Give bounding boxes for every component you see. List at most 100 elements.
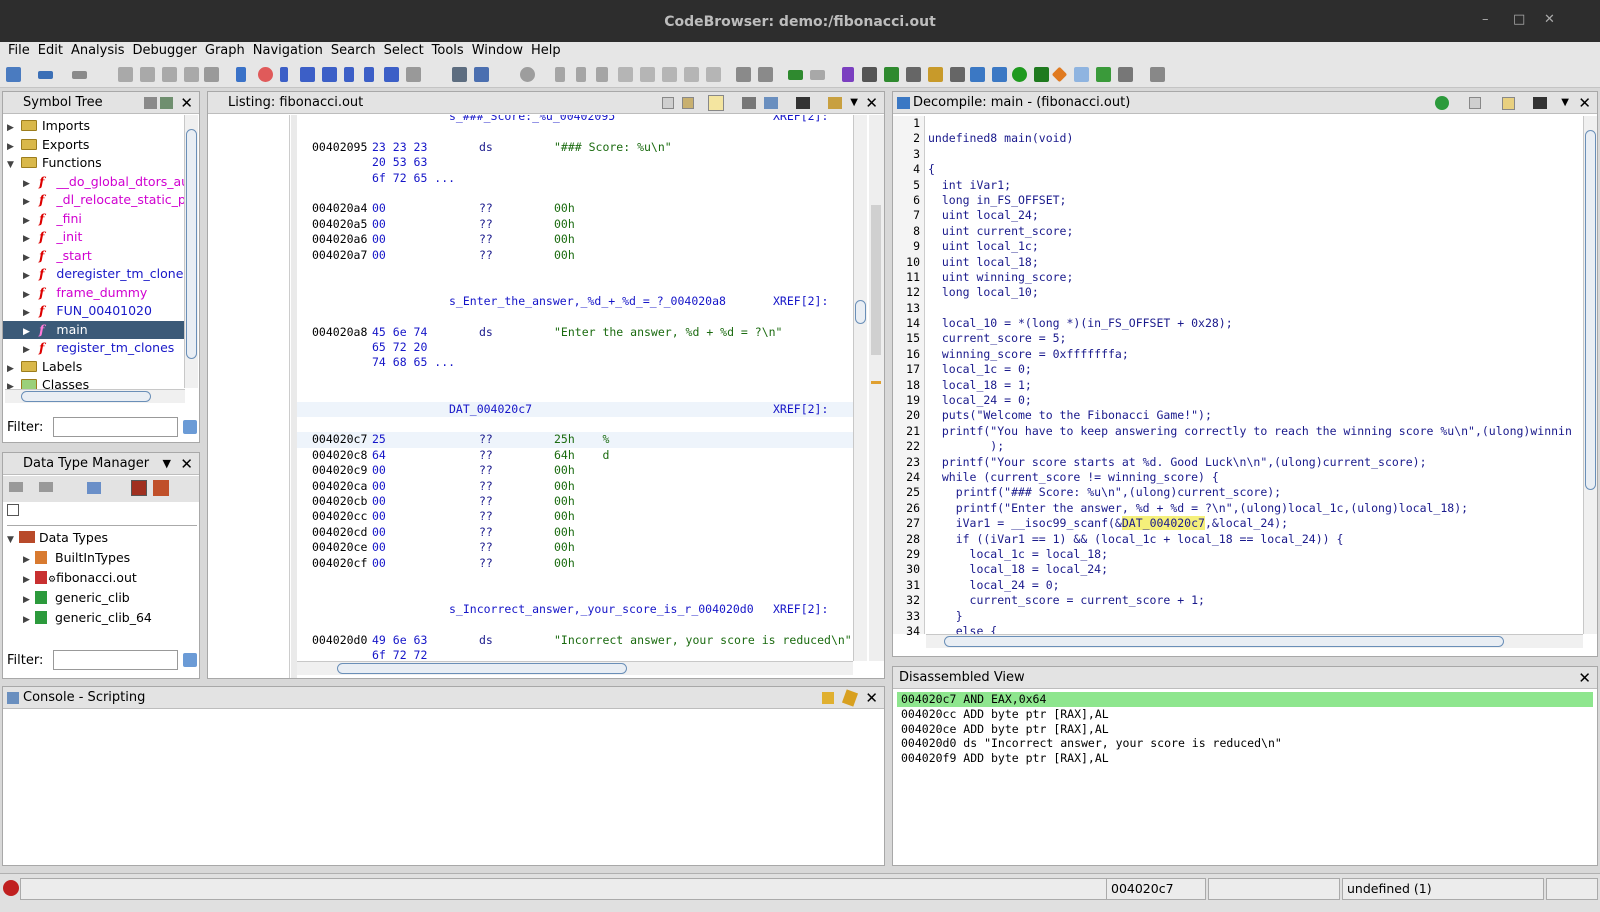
menu-select[interactable]: Select — [384, 42, 424, 58]
tree-item-imports[interactable]: ▶ Imports — [7, 117, 185, 136]
layout-icon[interactable] — [828, 97, 842, 109]
down-arrow-icon[interactable] — [236, 67, 246, 82]
close-icon[interactable]: ✕ — [1578, 92, 1591, 114]
decompile-line[interactable]: printf("### Score: %u\n",(ulong)current_… — [928, 485, 1572, 500]
decompile-line[interactable]: iVar1 = __isoc99_scanf(&DAT_004020c7,&lo… — [928, 516, 1572, 531]
listing-row[interactable]: 65 72 20 — [297, 340, 853, 355]
listing-overview-bar[interactable] — [869, 115, 884, 661]
diamond-icon[interactable] — [1051, 66, 1068, 83]
decompile-line[interactable]: undefined8 main(void) — [928, 131, 1572, 146]
decompile-line[interactable]: uint winning_score; — [928, 270, 1572, 285]
tree-item-function[interactable]: ▶ f register_tm_clones — [7, 339, 185, 358]
collapse-all-icon[interactable] — [7, 504, 19, 516]
filter-options-icon[interactable] — [183, 653, 197, 667]
decompile-line[interactable]: uint current_score; — [928, 224, 1572, 239]
menu-tools[interactable]: Tools — [432, 42, 464, 58]
cursor-icon[interactable] — [708, 95, 724, 111]
step-icon-2[interactable] — [640, 67, 655, 82]
tree-item-data-types[interactable]: ▼ Data Types — [7, 529, 197, 549]
decompile-line[interactable]: else { — [928, 624, 1572, 634]
back-arrow-icon[interactable] — [38, 71, 53, 79]
tree-item-function[interactable]: ▶ f _init — [7, 228, 185, 247]
decompile-line[interactable]: if ((iVar1 == 1) && (local_1c + local_18… — [928, 532, 1572, 547]
close-icon[interactable]: ✕ — [865, 687, 878, 709]
bug-icon[interactable] — [474, 67, 489, 82]
forward-icon[interactable] — [39, 482, 53, 492]
pause-icon[interactable] — [576, 67, 586, 82]
tree-item-function[interactable]: ▶ f _fini — [7, 210, 185, 229]
tree-item-functions[interactable]: ▼ Functions — [7, 154, 185, 173]
decompile-line[interactable]: printf("You have to keep answering corre… — [928, 424, 1572, 439]
menu-help[interactable]: Help — [531, 42, 561, 58]
menu-navigation[interactable]: Navigation — [253, 42, 323, 58]
symbol-tree-vscroll[interactable] — [184, 115, 198, 388]
tool-icon-2[interactable] — [758, 67, 773, 82]
dtm-filter2-icon[interactable] — [153, 480, 169, 496]
listing-row[interactable]: 004020d0 49 6e 63 ds "Incorrect answer, you… — [297, 633, 853, 648]
listing-row[interactable]: 004020a5 00?? 00h — [297, 217, 853, 232]
decompile-line[interactable]: local_10 = *(long *)(in_FS_OFFSET + 0x28… — [928, 316, 1572, 331]
listing-row[interactable]: 004020ce 00?? 00h — [297, 540, 853, 555]
decompile-line[interactable]: printf("Your score starts at %d. Good Lu… — [928, 455, 1572, 470]
listing-label-row[interactable]: s_Enter_the_answer,_%d_+_%d_=_?_004020a8… — [297, 294, 853, 309]
listing-label-row[interactable]: DAT_004020c7 XREF[2]: — [297, 401, 853, 417]
dtm-menu-icon[interactable]: ▼ — [163, 453, 171, 475]
clear-icon[interactable] — [841, 689, 859, 707]
decompile-line[interactable]: current_score = 5; — [928, 331, 1572, 346]
decompile-line[interactable]: local_1c = local_18; — [928, 547, 1572, 562]
menu-file[interactable]: File — [8, 42, 30, 58]
forward-arrow-icon[interactable] — [72, 71, 87, 79]
listing-row[interactable]: 004020a8 45 6e 74 ds "Enter the answer, %d … — [297, 325, 853, 340]
back-icon[interactable] — [9, 482, 23, 492]
listing-row[interactable]: 004020a4 00?? 00h — [297, 201, 853, 216]
refresh-icon[interactable] — [1435, 96, 1449, 110]
highlighted-symbol[interactable]: DAT_004020c7 — [1121, 516, 1205, 531]
decompile-line[interactable]: local_18 = 1; — [928, 378, 1572, 393]
decompile-line[interactable]: local_24 = 0; — [928, 578, 1572, 593]
dtm-expand-icon[interactable] — [87, 482, 101, 494]
nav-icon-2[interactable] — [140, 67, 155, 82]
listing-row[interactable]: 004020cf 00?? 00h — [297, 556, 853, 571]
menu-edit[interactable]: Edit — [38, 42, 63, 58]
tree-item-clib64[interactable]: ▶ generic_clib_64 — [7, 609, 197, 629]
debug-icon[interactable] — [452, 67, 467, 82]
copy-icon[interactable] — [662, 97, 674, 109]
decompile-line[interactable]: printf("Enter the answer, %d + %d = ?\n"… — [928, 501, 1572, 516]
v-icon[interactable] — [384, 67, 399, 82]
console-output[interactable] — [3, 710, 884, 865]
decompile-hscroll[interactable] — [926, 634, 1583, 648]
symbol-filter-input[interactable] — [53, 417, 178, 437]
copy-icon[interactable] — [1469, 97, 1481, 109]
decompile-line[interactable]: uint local_1c; — [928, 239, 1572, 254]
l-icon[interactable] — [344, 67, 354, 82]
decompile-line[interactable]: } — [928, 609, 1572, 624]
tree-item-function[interactable]: ▶ f frame_dummy — [7, 284, 185, 303]
undo-icon[interactable] — [788, 70, 803, 80]
listing-label-row[interactable]: s_Incorrect_answer,_your_score_is_r_0040… — [297, 602, 853, 617]
nav-icon-4[interactable] — [184, 67, 199, 82]
tool-icon-6[interactable] — [928, 67, 943, 82]
close-icon[interactable]: ✕ — [180, 92, 193, 114]
menu-graph[interactable]: Graph — [205, 42, 245, 58]
record-icon[interactable] — [520, 67, 535, 82]
listing-view[interactable]: s_###_Score:_%u_00402095 XREF[2]: 00402095… — [297, 115, 853, 661]
u-icon[interactable] — [322, 67, 337, 82]
disasm-line[interactable]: 004020cc ADD byte ptr [RAX],AL — [897, 707, 1593, 722]
tree-item-function[interactable]: ▶ f _start — [7, 247, 185, 266]
graph-icon[interactable] — [992, 67, 1007, 82]
f-icon[interactable] — [364, 67, 374, 82]
step-icon-5[interactable] — [706, 67, 721, 82]
listing-hscroll[interactable] — [297, 661, 853, 675]
snapshot-icon[interactable] — [796, 97, 810, 109]
tool-icon-11[interactable] — [1118, 67, 1133, 82]
tool-icon-7[interactable] — [950, 67, 965, 82]
decompile-menu-icon[interactable]: ▼ — [1561, 92, 1569, 114]
listing-row[interactable]: 74 68 65 ... — [297, 355, 853, 370]
check-icon[interactable] — [842, 67, 854, 82]
tool-icon-12[interactable] — [1150, 67, 1165, 82]
nav-icon-1[interactable] — [118, 67, 133, 82]
redo-icon[interactable] — [810, 70, 825, 80]
decompile-icon[interactable] — [970, 67, 985, 82]
decompile-line[interactable]: int iVar1; — [928, 178, 1572, 193]
tool-icon-4[interactable] — [884, 67, 899, 82]
